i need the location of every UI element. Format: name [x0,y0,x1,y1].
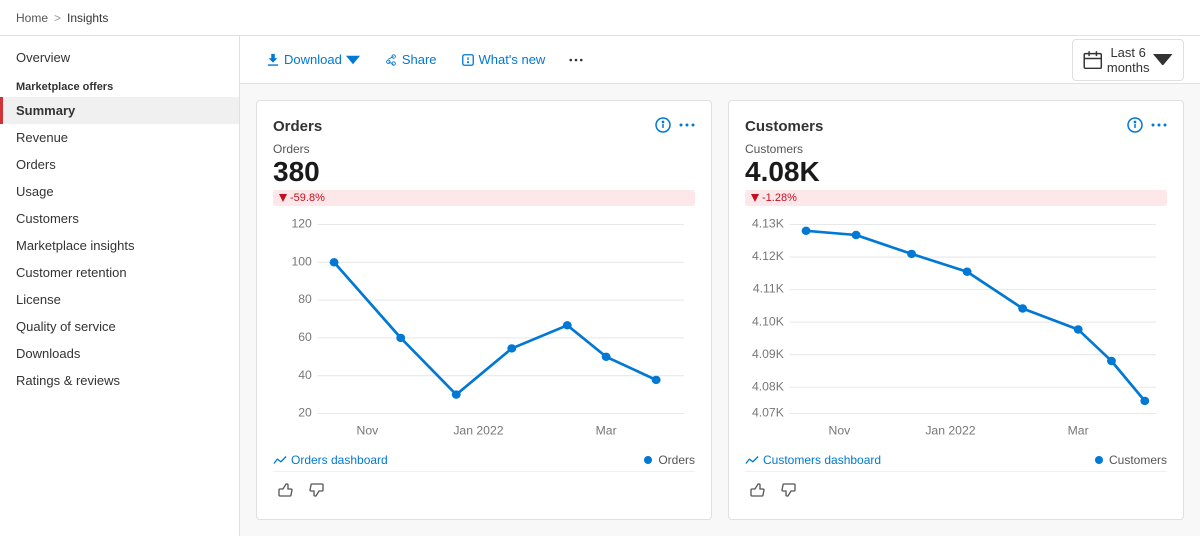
svg-text:80: 80 [298,293,312,307]
customers-card-header: Customers [745,117,1167,136]
whats-new-button[interactable]: What's new [451,47,556,72]
sidebar-item-quality-of-service[interactable]: Quality of service [0,313,239,340]
svg-text:60: 60 [298,330,312,344]
top-bar: Home > Insights [0,0,1200,36]
customers-legend: Customers [1095,453,1167,467]
orders-card-icons [655,117,695,136]
orders-metric-label: Orders [273,142,695,156]
orders-thumbs [273,471,695,503]
customers-more-icon[interactable] [1151,117,1167,136]
orders-card: Orders Orders 380 -59.8% [256,100,712,520]
main-layout: Overview Marketplace offers Summary Reve… [0,36,1200,536]
customers-metric-label: Customers [745,142,1167,156]
orders-info-icon[interactable] [655,117,671,136]
customers-legend-label: Customers [1109,453,1167,467]
customers-trend-icon [745,455,759,465]
orders-card-title: Orders [273,118,322,135]
svg-text:40: 40 [298,368,312,382]
sidebar-section-label: Marketplace offers [0,71,239,97]
customers-chart: 4.13K 4.12K 4.11K 4.10K 4.09K 4.08K 4.07… [745,214,1167,445]
customers-thumbs [745,471,1167,503]
breadcrumb: Home > Insights [16,11,108,25]
trend-icon [273,455,287,465]
customers-badge: -1.28% [745,190,1167,206]
orders-more-icon[interactable] [679,117,695,136]
orders-metric-value: 380 [273,158,695,186]
svg-text:20: 20 [298,406,312,420]
calendar-icon [1083,50,1103,70]
customers-card-title: Customers [745,118,823,135]
download-button[interactable]: Download [256,47,370,72]
orders-legend: Orders [644,453,695,467]
more-icon [569,53,583,67]
sidebar-item-orders[interactable]: Orders [0,151,239,178]
download-icon [266,53,280,67]
customers-info-icon[interactable] [1127,117,1143,136]
customers-badge-arrow [751,194,759,202]
customers-metric-value: 4.08K [745,158,1167,186]
share-icon [384,53,398,67]
svg-text:Jan 2022: Jan 2022 [453,424,503,438]
period-chevron-icon [1153,54,1173,66]
orders-card-header: Orders [273,117,695,136]
sidebar-item-revenue[interactable]: Revenue [0,124,239,151]
more-options-button[interactable] [559,48,593,72]
toolbar-right: Last 6 months [1072,39,1184,81]
sidebar-item-license[interactable]: License [0,286,239,313]
whats-new-icon [461,53,475,67]
svg-text:4.10K: 4.10K [752,315,784,329]
orders-card-footer: Orders dashboard Orders [273,453,695,467]
svg-text:4.07K: 4.07K [752,406,784,420]
content-area: Download Share What's new Last 6 months [240,36,1200,536]
sidebar: Overview Marketplace offers Summary Reve… [0,36,240,536]
svg-text:Jan 2022: Jan 2022 [925,424,975,438]
share-button[interactable]: Share [374,47,447,72]
svg-text:Mar: Mar [596,424,617,438]
orders-thumbup-button[interactable] [273,480,297,503]
customers-thumbup-button[interactable] [745,480,769,503]
svg-text:120: 120 [291,217,312,231]
svg-text:4.12K: 4.12K [752,250,784,264]
orders-thumbdown-button[interactable] [305,480,329,503]
svg-text:4.11K: 4.11K [753,282,784,296]
orders-legend-label: Orders [658,453,695,467]
toolbar: Download Share What's new Last 6 months [240,36,1200,84]
svg-text:4.08K: 4.08K [752,380,784,394]
svg-text:Mar: Mar [1068,424,1089,438]
breadcrumb-separator: > [54,11,61,25]
orders-badge: -59.8% [273,190,695,206]
svg-text:Nov: Nov [829,424,851,438]
sidebar-item-customers[interactable]: Customers [0,205,239,232]
orders-legend-dot [644,456,652,464]
customers-card-icons [1127,117,1167,136]
chevron-down-icon [346,53,360,67]
svg-text:100: 100 [291,255,312,269]
breadcrumb-current: Insights [67,11,108,25]
sidebar-item-customer-retention[interactable]: Customer retention [0,259,239,286]
orders-badge-arrow [279,194,287,202]
sidebar-item-usage[interactable]: Usage [0,178,239,205]
sidebar-item-ratings-reviews[interactable]: Ratings & reviews [0,367,239,394]
customers-chart-svg: 4.13K 4.12K 4.11K 4.10K 4.09K 4.08K 4.07… [745,214,1167,445]
svg-text:Nov: Nov [357,424,379,438]
sidebar-item-overview[interactable]: Overview [0,44,239,71]
sidebar-item-downloads[interactable]: Downloads [0,340,239,367]
breadcrumb-home[interactable]: Home [16,11,48,25]
orders-dashboard-link[interactable]: Orders dashboard [273,453,388,467]
svg-text:4.13K: 4.13K [752,217,784,231]
period-filter-button[interactable]: Last 6 months [1072,39,1184,81]
svg-text:4.09K: 4.09K [752,347,784,361]
customers-card: Customers Customers 4.08K -1.28% [728,100,1184,520]
cards-area: Orders Orders 380 -59.8% [240,84,1200,536]
sidebar-item-marketplace-insights[interactable]: Marketplace insights [0,232,239,259]
customers-dashboard-link[interactable]: Customers dashboard [745,453,881,467]
customers-card-footer: Customers dashboard Customers [745,453,1167,467]
customers-thumbdown-button[interactable] [777,480,801,503]
orders-chart-svg: 120 100 80 60 40 20 Nov Jan 2022 Mar [273,214,695,445]
sidebar-item-summary[interactable]: Summary [0,97,239,124]
customers-legend-dot [1095,456,1103,464]
orders-chart: 120 100 80 60 40 20 Nov Jan 2022 Mar [273,214,695,445]
